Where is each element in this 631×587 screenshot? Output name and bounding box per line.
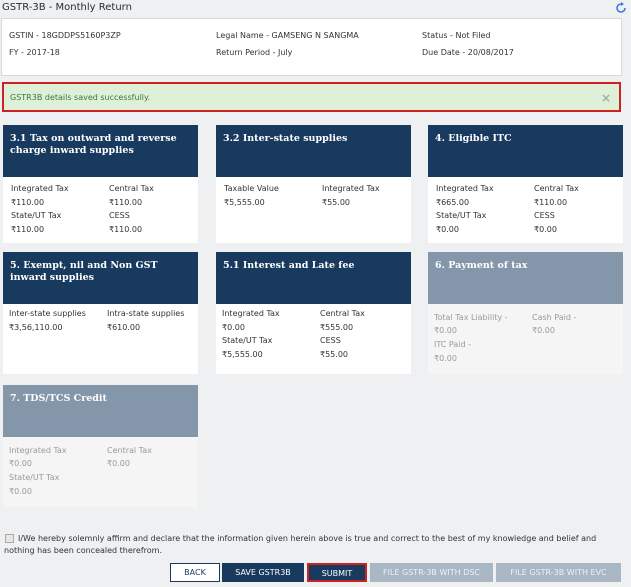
tile-label: Central Tax	[107, 446, 152, 455]
tile-value: ₹110.00	[109, 225, 143, 234]
declaration-label: I/We hereby solemnly affirm and declare …	[4, 534, 597, 555]
tile-value: ₹0.00	[534, 225, 557, 234]
save-gstr3b-button[interactable]: SAVE GSTR3B	[222, 563, 304, 582]
tile-label: State/UT Tax	[9, 473, 60, 482]
declaration-text: I/We hereby solemnly affirm and declare …	[4, 533, 624, 557]
tile-value: ₹55.00	[320, 350, 348, 359]
tile-label: Total Tax Liability -	[434, 313, 508, 322]
tile-value: ₹0.00	[222, 323, 245, 332]
title-bar: GSTR-3B - Monthly Return	[0, 0, 631, 18]
tile-title: 6. Payment of tax	[428, 252, 623, 304]
page-title: GSTR-3B - Monthly Return	[2, 2, 132, 13]
tile-value: ₹0.00	[9, 459, 32, 468]
tile-title: 5.1 Interest and Late fee	[216, 252, 411, 304]
tile-value: ₹0.00	[532, 326, 555, 335]
tile-value: ₹110.00	[534, 198, 568, 207]
tile-value: ₹0.00	[434, 326, 457, 335]
tile-label: Inter-state supplies	[9, 309, 86, 318]
tile-value: ₹0.00	[434, 354, 457, 363]
tile-title: 4. Eligible ITC	[428, 125, 623, 177]
tile-6-payment-of-tax[interactable]: 6. Payment of tax Total Tax Liability - …	[428, 252, 623, 374]
tile-label: State/UT Tax	[11, 211, 62, 220]
tile-label: Central Tax	[534, 184, 579, 193]
tile-label: Integrated Tax	[11, 184, 69, 193]
tile-value: ₹110.00	[11, 225, 45, 234]
tile-label: CESS	[320, 336, 341, 345]
tile-value: ₹610.00	[107, 323, 141, 332]
tile-value: ₹0.00	[107, 459, 130, 468]
tile-label: State/UT Tax	[436, 211, 487, 220]
fy-text: FY - 2017-18	[9, 48, 60, 57]
tile-value: ₹55.00	[322, 198, 350, 207]
tile-value: ₹0.00	[9, 487, 32, 496]
refresh-icon[interactable]	[615, 2, 627, 14]
tile-label: Intra-state supplies	[107, 309, 185, 318]
gstin-text: GSTIN - 18GDDPS5160P3ZP	[9, 31, 121, 40]
tile-value: ₹3,56,110.00	[9, 323, 63, 332]
success-alert: GSTR3B details saved successfully. ×	[2, 82, 621, 112]
tile-5-exempt-supplies[interactable]: 5. Exempt, nil and Non GST inward suppli…	[3, 252, 198, 374]
tile-label: CESS	[109, 211, 130, 220]
file-with-dsc-button[interactable]: FILE GSTR-3B WITH DSC	[370, 563, 493, 582]
tile-title: 3.2 Inter-state supplies	[216, 125, 411, 177]
due-date-text: Due Date - 20/08/2017	[422, 48, 514, 57]
tile-3-2-inter-state-supplies[interactable]: 3.2 Inter-state supplies Taxable Value ₹…	[216, 125, 411, 243]
tile-label: Central Tax	[320, 309, 365, 318]
tile-value: ₹0.00	[436, 225, 459, 234]
tile-value: ₹555.00	[320, 323, 354, 332]
tile-label: Integrated Tax	[322, 184, 380, 193]
tile-value: ₹665.00	[436, 198, 470, 207]
tile-label: Taxable Value	[224, 184, 279, 193]
tile-title: 7. TDS/TCS Credit	[3, 385, 198, 437]
tile-value: ₹110.00	[11, 198, 45, 207]
tile-label: ITC Paid -	[434, 340, 472, 349]
tile-5-1-interest-late-fee[interactable]: 5.1 Interest and Late fee Integrated Tax…	[216, 252, 411, 374]
legal-name-text: Legal Name - GAMSENG N SANGMA	[216, 31, 359, 40]
tile-7-tds-tcs-credit[interactable]: 7. TDS/TCS Credit Integrated Tax ₹0.00 C…	[3, 385, 198, 507]
status-text: Status - Not Filed	[422, 31, 491, 40]
tile-label: Integrated Tax	[222, 309, 280, 318]
back-button[interactable]: BACK	[170, 563, 220, 582]
tile-4-eligible-itc[interactable]: 4. Eligible ITC Integrated Tax ₹665.00 C…	[428, 125, 623, 243]
return-period-text: Return Period - July	[216, 48, 293, 57]
tile-value: ₹5,555.00	[222, 350, 263, 359]
tile-label: Integrated Tax	[9, 446, 67, 455]
tile-label: Integrated Tax	[436, 184, 494, 193]
file-with-evc-button[interactable]: FILE GSTR-3B WITH EVC	[496, 563, 621, 582]
tile-title: 5. Exempt, nil and Non GST inward suppli…	[3, 252, 198, 304]
tile-label: Cash Paid -	[532, 313, 577, 322]
tile-label: Central Tax	[109, 184, 154, 193]
tile-title: 3.1 Tax on outward and reverse charge in…	[3, 125, 198, 177]
tile-label: CESS	[534, 211, 555, 220]
close-icon[interactable]: ×	[601, 91, 611, 105]
tile-value: ₹110.00	[109, 198, 143, 207]
return-info-panel: GSTIN - 18GDDPS5160P3ZP Legal Name - GAM…	[1, 18, 622, 76]
submit-button[interactable]: SUBMIT	[307, 563, 367, 582]
alert-message: GSTR3B details saved successfully.	[10, 93, 151, 102]
tile-label: State/UT Tax	[222, 336, 273, 345]
tile-3-1-outward-supplies[interactable]: 3.1 Tax on outward and reverse charge in…	[3, 125, 198, 243]
tile-value: ₹5,555.00	[224, 198, 265, 207]
